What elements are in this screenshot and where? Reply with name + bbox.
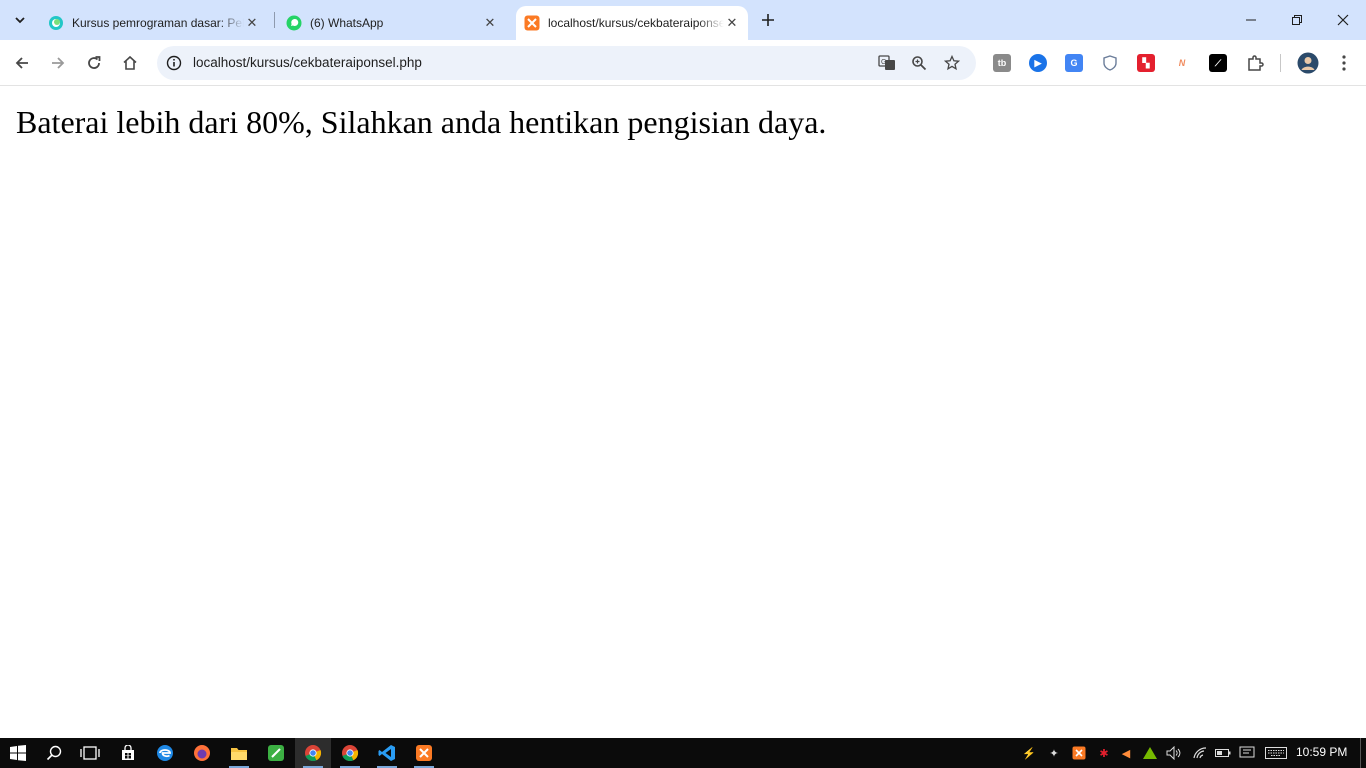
url-text[interactable]: localhost/kursus/cekbateraiponsel.php [193,55,422,70]
taskbar-green-app[interactable] [258,738,294,768]
close-window-button[interactable] [1320,0,1366,40]
keyboard-icon[interactable] [1265,745,1287,761]
more-vertical-icon [1342,55,1346,71]
close-icon[interactable]: ✕ [244,15,260,31]
chrome-icon [342,745,359,762]
reload-icon [88,56,101,69]
volume-icon[interactable] [1166,745,1182,761]
minimize-icon [1246,19,1256,21]
tray-red-icon[interactable]: ✱ [1096,745,1112,761]
tab-separator [274,12,275,28]
chrome-icon [305,745,322,762]
avatar-icon [1297,52,1319,74]
edge-icon [157,745,173,761]
puzzle-icon [1248,55,1264,71]
extension-slash-icon[interactable]: ⟋ [1209,54,1227,72]
show-desktop-button[interactable] [1360,738,1361,768]
task-view-button[interactable] [72,738,108,768]
reload-button[interactable] [80,49,108,77]
tab-localhost[interactable]: localhost/kursus/cekbateraiponsel.php ✕ [516,6,748,40]
restore-icon [1292,15,1302,25]
toolbar-separator [1280,54,1281,72]
bookmark-star-icon[interactable] [942,53,962,73]
close-icon[interactable]: ✕ [482,15,498,31]
tray-nvidia-icon[interactable] [1142,745,1158,761]
battery-icon[interactable] [1215,745,1231,761]
extension-play-icon[interactable]: ▶ [1029,54,1047,72]
back-button[interactable] [8,49,36,77]
circle-logo-icon [49,16,63,30]
browser-toolbar: localhost/kursus/cekbateraiponsel.php G … [0,40,1366,86]
task-view-icon [80,746,100,760]
zoom-icon[interactable] [909,53,929,73]
taskbar-chrome-profile[interactable] [332,738,368,768]
taskbar-store[interactable] [110,738,146,768]
windows-icon [10,745,26,761]
xampp-icon [416,745,432,761]
search-icon [46,745,62,761]
extension-red-icon[interactable]: ▚ [1137,54,1155,72]
menu-button[interactable] [1330,49,1358,77]
taskbar-chrome[interactable] [295,738,331,768]
taskbar-search-button[interactable] [36,738,72,768]
taskbar-firefox[interactable] [184,738,220,768]
extension-tb-icon[interactable]: tb [993,54,1011,72]
taskbar-xampp[interactable] [406,738,442,768]
new-tab-button[interactable] [756,8,780,32]
vscode-icon [378,745,395,761]
store-icon [122,745,134,760]
tray-xampp-icon[interactable] [1071,745,1087,761]
translate-icon[interactable]: G [877,53,897,73]
extension-shield-icon[interactable] [1101,54,1119,72]
start-button[interactable] [0,738,36,768]
minimize-button[interactable] [1228,0,1274,40]
arrow-right-icon [52,57,65,69]
tab-strip: Kursus pemrograman dasar: Pel ✕ (6) What… [0,0,1366,40]
green-app-icon [268,745,284,761]
extension-translate-icon[interactable]: G [1065,54,1083,72]
plus-icon [762,14,774,26]
address-bar[interactable]: localhost/kursus/cekbateraiponsel.php G [157,46,976,80]
firefox-icon [194,745,210,761]
tray-app-icon[interactable]: ✦ [1046,745,1062,761]
tab-whatsapp[interactable]: (6) WhatsApp ✕ [278,6,506,40]
close-icon [1337,14,1349,26]
folder-icon [231,748,247,760]
page-content: Baterai lebih dari 80%, Silahkan anda he… [0,87,1366,738]
forward-button[interactable] [44,49,72,77]
extensions-puzzle-button[interactable] [1241,49,1269,77]
battery-message: Baterai lebih dari 80%, Silahkan anda he… [16,104,827,140]
tab-search-button[interactable] [6,6,34,34]
taskbar-clock[interactable]: 10:59 PM [1296,745,1347,759]
taskbar-edge[interactable] [147,738,183,768]
whatsapp-icon [286,15,302,31]
site-info-icon[interactable] [165,54,183,72]
tab-title: Kursus pemrograman dasar: Pel [72,16,244,30]
tab-title: localhost/kursus/cekbateraiponsel.php [548,16,724,30]
profile-avatar[interactable] [1294,49,1322,77]
close-icon[interactable]: ✕ [724,15,740,31]
taskbar-file-explorer[interactable] [221,738,257,768]
tab-kursus[interactable]: Kursus pemrograman dasar: Pel ✕ [40,6,268,40]
arrow-left-icon [15,57,28,69]
chevron-down-icon [15,17,25,24]
tray-network-activity-icon[interactable]: ⚡ [1021,745,1037,761]
wifi-icon[interactable] [1192,745,1208,761]
home-button[interactable] [116,49,144,77]
taskbar: ⚡ ✦ ✱ ◀ 10:59 PM [0,738,1366,768]
xampp-icon [524,15,540,31]
extension-n-icon[interactable]: N [1173,54,1191,72]
svg-text:G: G [881,59,886,66]
home-icon [123,55,137,70]
tab-title: (6) WhatsApp [310,16,384,30]
notifications-icon[interactable] [1239,745,1255,761]
restore-button[interactable] [1274,0,1320,40]
tray-speaker-orange-icon[interactable]: ◀ [1118,745,1134,761]
taskbar-vscode[interactable] [369,738,405,768]
